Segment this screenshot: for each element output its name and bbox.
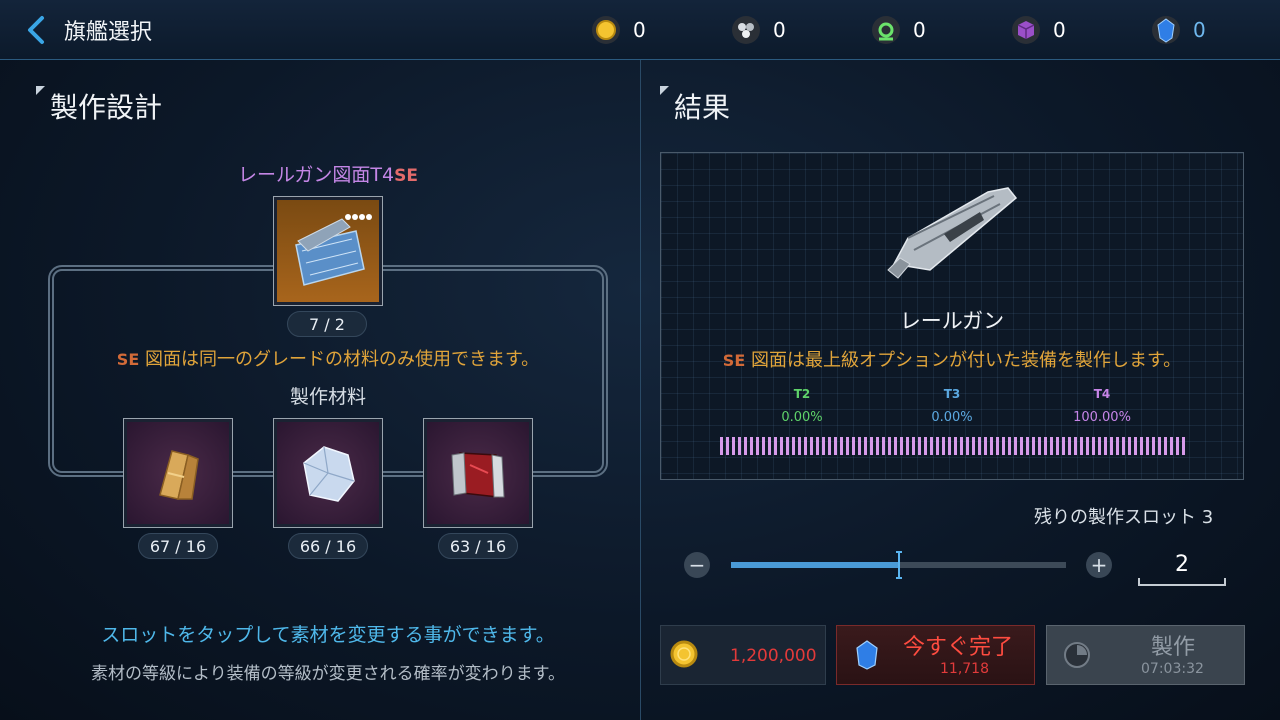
craft-time: 07:03:32 — [1141, 661, 1204, 677]
currency-gem-value: 0 — [1193, 18, 1206, 42]
gold-bar-material-icon — [127, 422, 229, 524]
tier-t4-percent: 100.00% — [1073, 410, 1131, 425]
craft-label: 製作 — [1151, 635, 1196, 660]
quantity-slider-thumb[interactable] — [895, 551, 903, 579]
slot-tap-hint: スロットをタップして素材を変更する事ができます。 — [101, 624, 555, 646]
tier-t2-percent: 0.00% — [781, 410, 823, 425]
se-tag: SE — [116, 350, 140, 369]
blueprint-name-text: レールガン図面T4 — [238, 164, 395, 186]
finish-now-cost: 11,718 — [940, 661, 989, 677]
blueprint-slot[interactable] — [273, 196, 383, 306]
currency-gold: 0 — [589, 11, 646, 49]
gold-coin-icon — [670, 640, 698, 672]
metal-ore-icon — [729, 13, 763, 47]
craft-button[interactable]: 製作 07:03:32 — [1046, 625, 1245, 685]
decrease-button[interactable]: − — [684, 552, 710, 578]
back-arrow-icon[interactable] — [22, 13, 52, 47]
currency-gem: 0 — [1149, 11, 1206, 49]
plus-icon: + — [1090, 553, 1108, 577]
result-item-name: レールガン — [899, 309, 1005, 333]
currency-cube: 0 — [1009, 11, 1066, 49]
increase-button[interactable]: + — [1086, 552, 1112, 578]
finish-now-button[interactable]: 今すぐ完了 11,718 — [836, 625, 1035, 685]
currency-metal: 0 — [729, 11, 786, 49]
grade-probability-hint: 素材の等級により装備の等級が変更される確率が変わります。 — [91, 664, 565, 684]
material-slot-3[interactable] — [423, 418, 533, 528]
result-se-note: SE 図面は最上級オプションが付いた装備を製作します。 — [660, 346, 1244, 372]
currency-crystal-value: 0 — [913, 18, 926, 42]
material-slot-2[interactable] — [273, 418, 383, 528]
tier-t4: T4 100.00% — [1042, 387, 1162, 425]
se-note-text: 図面は同一のグレードの材料のみ使用できます。 — [144, 349, 540, 370]
purple-cube-icon — [1009, 13, 1043, 47]
blueprint-count: 7 / 2 — [287, 311, 367, 337]
remaining-slots: 残りの製作スロット 3 — [1034, 507, 1214, 528]
materials-label: 製作材料 — [289, 386, 366, 408]
page-title: 旗艦選択 — [64, 20, 153, 45]
blueprint-se-tag: SE — [394, 166, 418, 186]
tier-t3-percent: 0.00% — [931, 410, 973, 425]
material-2-count: 66 / 16 — [288, 533, 368, 559]
tier-t4-label: T4 — [1093, 387, 1111, 401]
tier-t2: T2 0.00% — [742, 387, 862, 425]
currency-cube-value: 0 — [1053, 18, 1066, 42]
blueprint-name: レールガン図面T4SE — [0, 160, 656, 187]
currency-crystal: 0 — [869, 11, 926, 49]
green-crystal-icon — [869, 13, 903, 47]
gold-coin-icon — [589, 13, 623, 47]
craft-cost-value: 1,200,000 — [730, 646, 817, 666]
result-se-note-text: 図面は最上級オプションが付いた装備を製作します。 — [750, 350, 1182, 371]
se-tag: SE — [722, 351, 746, 370]
blue-gem-icon — [1149, 13, 1183, 47]
timer-icon — [1063, 641, 1091, 673]
section-corner-mark — [36, 86, 45, 95]
ice-crystal-material-icon — [277, 422, 379, 524]
material-3-count: 63 / 16 — [438, 533, 518, 559]
tier-t3: T3 0.00% — [892, 387, 1012, 425]
section-corner-mark — [660, 86, 669, 95]
result-section-title: 結果 — [674, 91, 731, 124]
finish-now-label: 今すぐ完了 — [903, 635, 1014, 660]
material-1-count: 67 / 16 — [138, 533, 218, 559]
blueprint-icon — [277, 200, 379, 302]
material-slot-1[interactable] — [123, 418, 233, 528]
crafting-section-title: 製作設計 — [50, 91, 163, 124]
currency-gold-value: 0 — [633, 18, 646, 42]
currency-metal-value: 0 — [773, 18, 786, 42]
tier-t2-label: T2 — [793, 387, 811, 401]
quantity-slider-fill — [731, 562, 899, 568]
railgun-icon — [884, 178, 1024, 286]
quantity-value[interactable]: 2 — [1138, 548, 1226, 586]
blue-gem-icon — [853, 639, 881, 675]
tier-probability-bar — [720, 437, 1185, 455]
tier-t3-label: T3 — [943, 387, 961, 401]
minus-icon: − — [688, 553, 706, 577]
red-alloy-material-icon — [427, 422, 529, 524]
blueprint-se-note: SE 図面は同一のグレードの材料のみ使用できます。 — [0, 345, 656, 371]
